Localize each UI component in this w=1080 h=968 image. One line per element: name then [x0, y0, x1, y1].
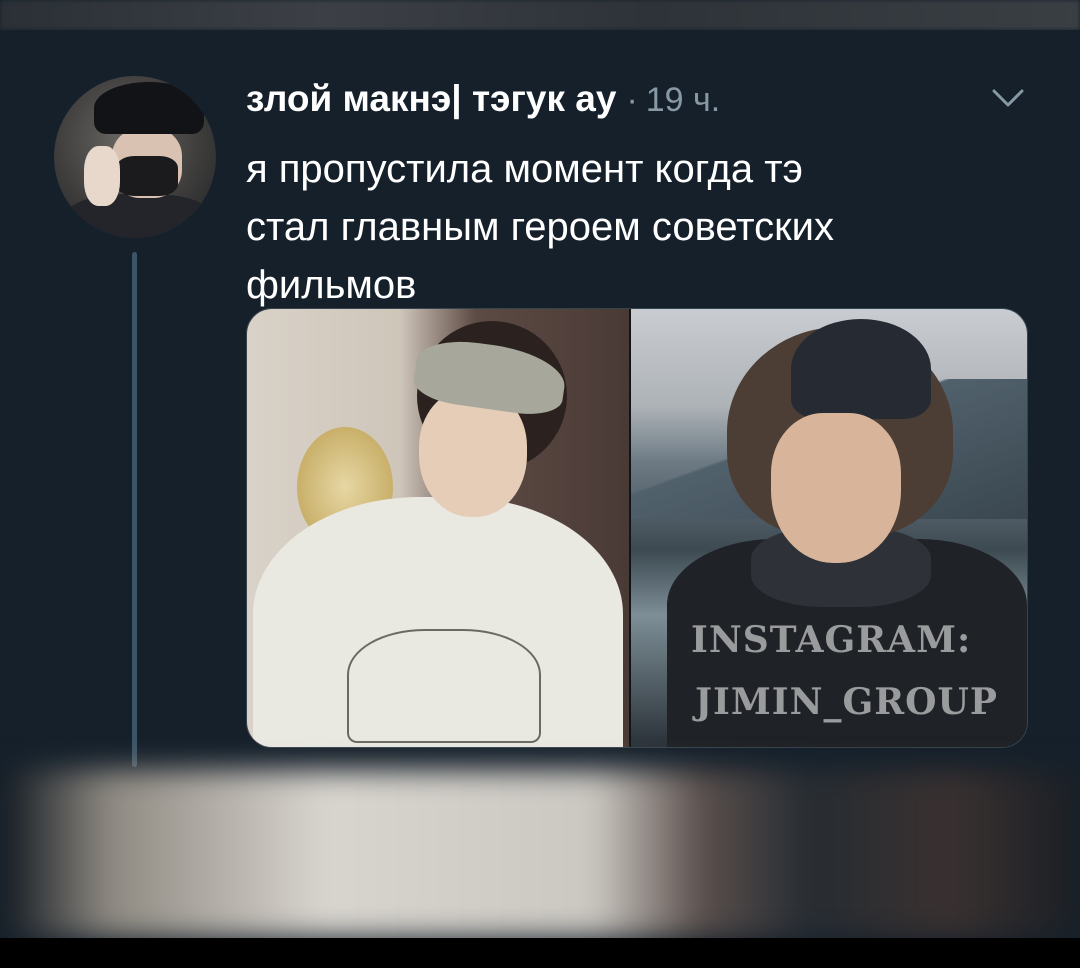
watermark-line: JIMIN_GROUP: [695, 681, 998, 723]
thread-line: [132, 252, 137, 767]
tweet-text: я пропустила момент когда тэ стал главны…: [246, 140, 1026, 314]
tweet-text-line: я пропустила момент когда тэ: [246, 147, 803, 191]
watermark-line: INSTAGRAM:: [691, 619, 972, 661]
tweet-header: злой макнэ| тэгук ау · 19 ч.: [246, 78, 720, 128]
tweet[interactable]: злой макнэ| тэгук ау · 19 ч. я пропустил…: [0, 30, 1080, 770]
blurred-previous-content: [0, 0, 1080, 30]
shirt-print: [347, 629, 541, 743]
tweet-media: INSTAGRAM: JIMIN_GROUP: [246, 308, 1028, 748]
tweet-text-line: стал главным героем советских: [246, 205, 835, 249]
photo-fur-hat[interactable]: INSTAGRAM: JIMIN_GROUP: [631, 309, 1027, 747]
tweet-text-line: фильмов: [246, 263, 417, 307]
avatar[interactable]: [54, 76, 216, 238]
bottom-bar: [0, 938, 1080, 968]
chevron-down-icon[interactable]: [990, 86, 1026, 110]
photo-headband[interactable]: [247, 309, 629, 747]
separator: ·: [626, 81, 638, 119]
blurred-next-content: [0, 770, 1080, 938]
timestamp[interactable]: 19 ч.: [646, 81, 720, 120]
author-name[interactable]: злой макнэ| тэгук ау: [246, 78, 616, 120]
